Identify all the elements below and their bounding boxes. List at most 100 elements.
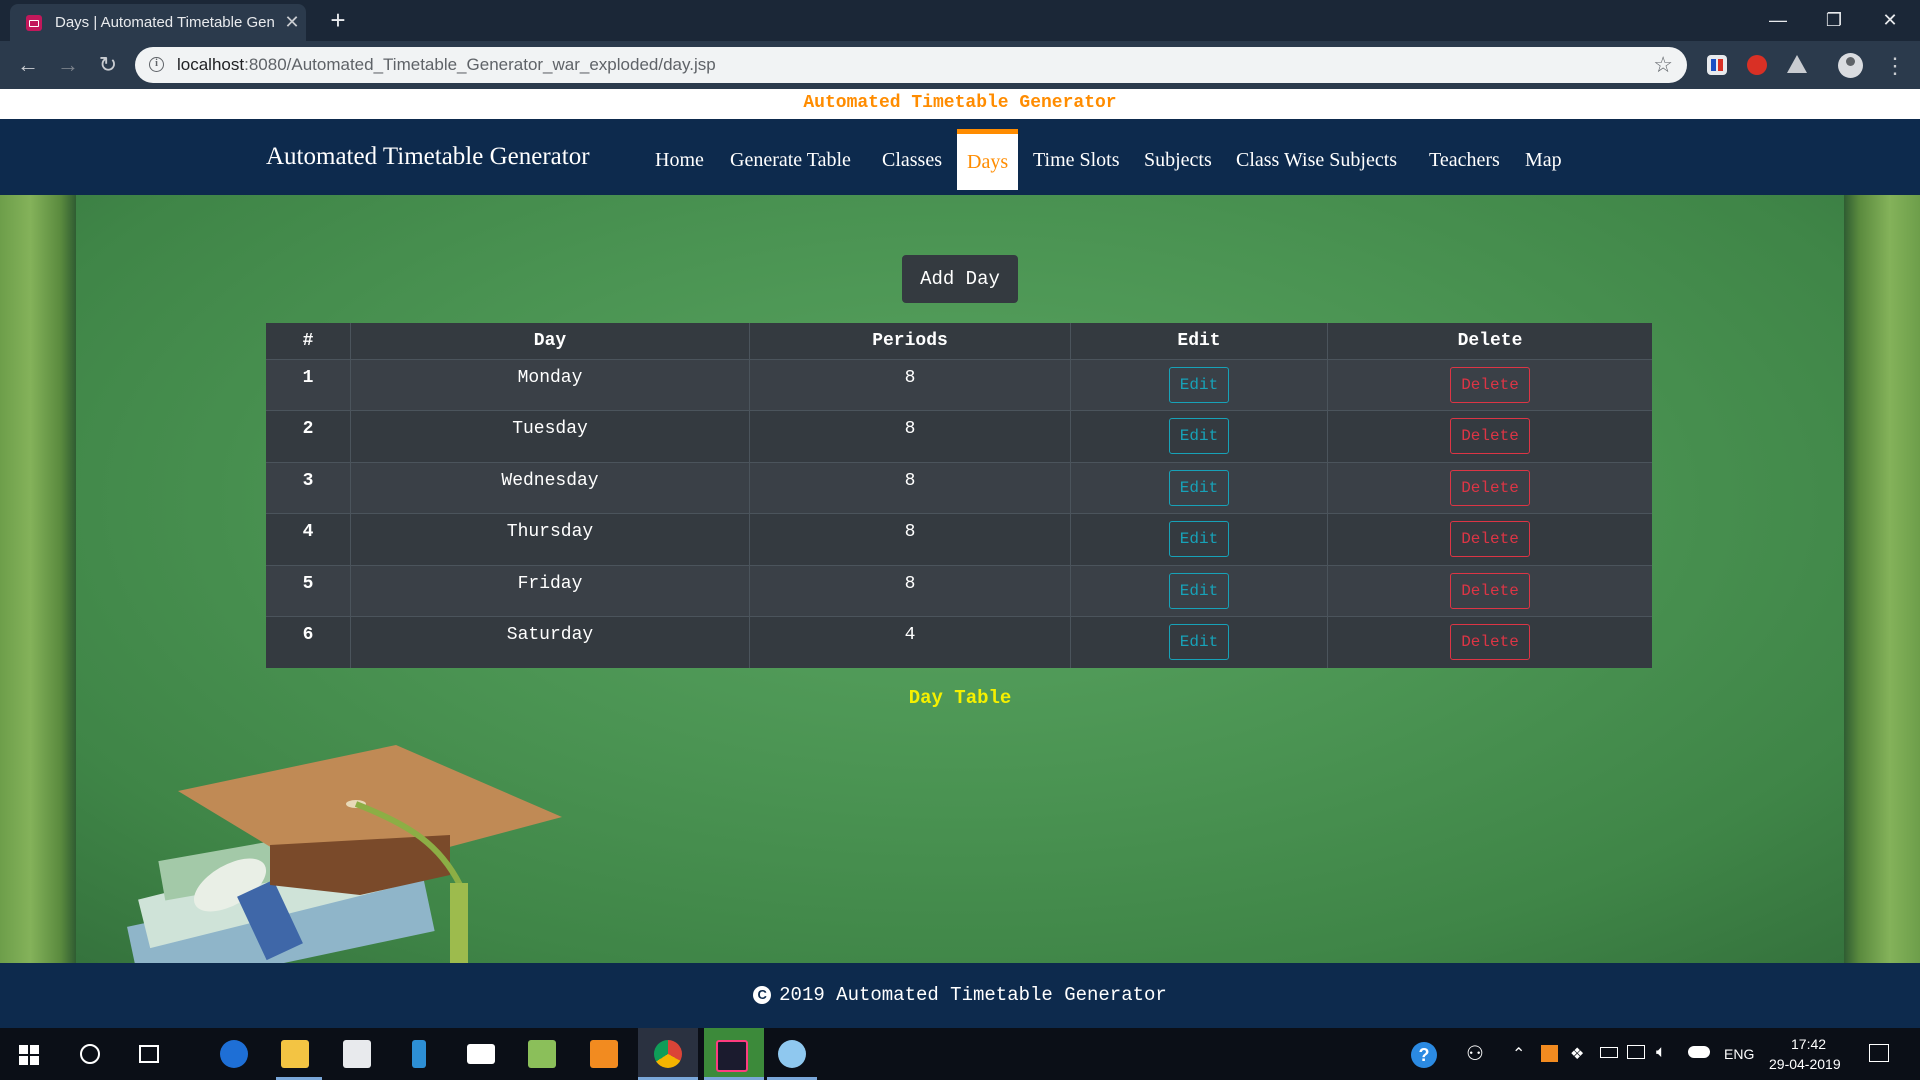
edit-button[interactable]: Edit: [1168, 469, 1230, 506]
delete-button[interactable]: Delete: [1450, 469, 1530, 506]
row-number: 5: [266, 564, 351, 617]
nav-classes[interactable]: Classes: [872, 129, 952, 185]
nav-home[interactable]: Home: [645, 129, 714, 185]
search-icon[interactable]: [80, 1044, 100, 1064]
drive-icon[interactable]: [1787, 55, 1807, 73]
reload-icon[interactable]: ↻: [92, 49, 124, 81]
edit-button[interactable]: Edit: [1168, 367, 1230, 403]
chalkboard-background: Add Day # Day Periods Edit Delete 1 Mond…: [0, 195, 1920, 963]
forward-icon[interactable]: →: [52, 49, 84, 81]
task-view-icon[interactable]: [139, 1045, 159, 1063]
sublime-icon[interactable]: [590, 1040, 618, 1068]
edit-cell: Edit: [1070, 358, 1328, 411]
row-day: Tuesday: [350, 410, 750, 463]
url-text[interactable]: localhost:8080/Automated_Timetable_Gener…: [177, 55, 716, 75]
clock-time[interactable]: 17:42: [1791, 1036, 1826, 1052]
new-tab-button[interactable]: +: [325, 7, 351, 33]
table-caption: Day Table: [908, 687, 1012, 709]
browser-tabbar: Days | Automated Timetable Generator ✕ +…: [0, 0, 1920, 41]
paint-icon[interactable]: [778, 1040, 806, 1068]
info-icon[interactable]: i: [149, 57, 164, 72]
tray-chevron-icon[interactable]: ⌃: [1512, 1044, 1525, 1064]
browser-tab[interactable]: Days | Automated Timetable Generator ✕: [10, 4, 306, 41]
footer-text: 2019 Automated Timetable Generator: [779, 984, 1167, 1006]
intellij-icon[interactable]: [716, 1040, 748, 1072]
delete-button[interactable]: Delete: [1450, 624, 1530, 661]
nav-subjects[interactable]: Subjects: [1134, 129, 1222, 185]
browser-menu-icon[interactable]: ⋮: [1884, 51, 1906, 81]
nav-generate-table[interactable]: Generate Table: [720, 129, 861, 185]
browser-toolbar: ← → ↻ i localhost:8080/Automated_Timetab…: [0, 41, 1920, 89]
visual-studio-icon[interactable]: [412, 1040, 426, 1068]
table-row: 5 Friday 8 Edit Delete: [266, 564, 1652, 617]
table-row: 2 Tuesday 8 Edit Delete: [266, 410, 1652, 463]
edit-button[interactable]: Edit: [1168, 624, 1230, 661]
restore-button[interactable]: ❐: [1814, 5, 1854, 35]
network-icon[interactable]: [1627, 1045, 1645, 1059]
table-row: 3 Wednesday 8 Edit Delete: [266, 461, 1652, 514]
language-indicator[interactable]: ENG: [1724, 1046, 1754, 1062]
graduation-cap-illustration: [127, 745, 562, 963]
header-day: Day: [350, 323, 750, 360]
site-brand[interactable]: Automated Timetable Generator: [266, 143, 590, 171]
edit-button[interactable]: Edit: [1168, 572, 1230, 609]
add-day-button[interactable]: Add Day: [902, 255, 1018, 303]
delete-cell: Delete: [1327, 564, 1652, 617]
help-icon[interactable]: ?: [1411, 1042, 1437, 1068]
profile-avatar[interactable]: [1838, 53, 1863, 78]
row-periods: 8: [749, 358, 1071, 411]
row-day: Saturday: [350, 616, 750, 668]
table-row: 6 Saturday 4 Edit Delete: [266, 616, 1652, 668]
header-number: #: [266, 323, 351, 360]
nav-teachers[interactable]: Teachers: [1419, 129, 1510, 185]
row-periods: 8: [749, 410, 1071, 463]
edit-cell: Edit: [1070, 564, 1328, 617]
days-table: # Day Periods Edit Delete 1 Monday 8 Edi…: [266, 323, 1652, 668]
banner-title: Automated Timetable Generator: [803, 93, 1117, 113]
row-number: 1: [266, 358, 351, 411]
notepad-icon[interactable]: [528, 1040, 556, 1068]
edit-button[interactable]: Edit: [1168, 521, 1230, 558]
nav-time-slots[interactable]: Time Slots: [1023, 129, 1130, 185]
dropbox-icon[interactable]: ❖: [1570, 1044, 1584, 1064]
mail-icon[interactable]: [467, 1044, 495, 1064]
tray-app-icon[interactable]: [1541, 1045, 1558, 1062]
header-edit: Edit: [1070, 323, 1328, 360]
windows-start-icon[interactable]: [19, 1045, 39, 1065]
edit-cell: Edit: [1070, 513, 1328, 566]
delete-button[interactable]: Delete: [1450, 521, 1530, 558]
edit-button[interactable]: Edit: [1168, 418, 1230, 455]
delete-cell: Delete: [1327, 461, 1652, 514]
row-periods: 8: [749, 513, 1071, 566]
adblock-icon[interactable]: [1747, 55, 1767, 75]
volume-icon[interactable]: 🔈︎: [1656, 1042, 1666, 1062]
nav-class-wise-subjects[interactable]: Class Wise Subjects: [1226, 129, 1407, 185]
delete-button[interactable]: Delete: [1450, 572, 1530, 609]
notifications-icon[interactable]: [1869, 1044, 1889, 1062]
delete-cell: Delete: [1327, 513, 1652, 566]
chrome-icon[interactable]: [654, 1040, 682, 1068]
clock-date[interactable]: 29-04-2019: [1769, 1056, 1841, 1072]
onedrive-icon[interactable]: [1688, 1046, 1710, 1058]
delete-button[interactable]: Delete: [1450, 367, 1530, 403]
extension-icon[interactable]: [1707, 55, 1727, 75]
nav-map[interactable]: Map: [1515, 129, 1572, 185]
battery-icon[interactable]: [1600, 1047, 1618, 1058]
row-periods: 8: [749, 564, 1071, 617]
people-icon[interactable]: ⚇: [1466, 1042, 1484, 1066]
row-number: 2: [266, 410, 351, 463]
table-row: 1 Monday 8 Edit Delete: [266, 358, 1652, 411]
delete-button[interactable]: Delete: [1450, 418, 1530, 455]
bookmark-star-icon[interactable]: ☆: [1653, 52, 1673, 78]
file-explorer-icon[interactable]: [281, 1040, 309, 1068]
back-icon[interactable]: ←: [12, 49, 44, 81]
edit-cell: Edit: [1070, 461, 1328, 514]
delete-cell: Delete: [1327, 616, 1652, 668]
minimize-button[interactable]: —: [1758, 5, 1798, 35]
close-window-button[interactable]: ✕: [1870, 5, 1910, 35]
nav-days[interactable]: Days: [957, 129, 1019, 190]
edge-icon[interactable]: [220, 1040, 248, 1068]
store-icon[interactable]: [343, 1040, 371, 1068]
tab-close-icon[interactable]: ✕: [282, 12, 302, 32]
address-bar[interactable]: i localhost:8080/Automated_Timetable_Gen…: [135, 47, 1687, 83]
